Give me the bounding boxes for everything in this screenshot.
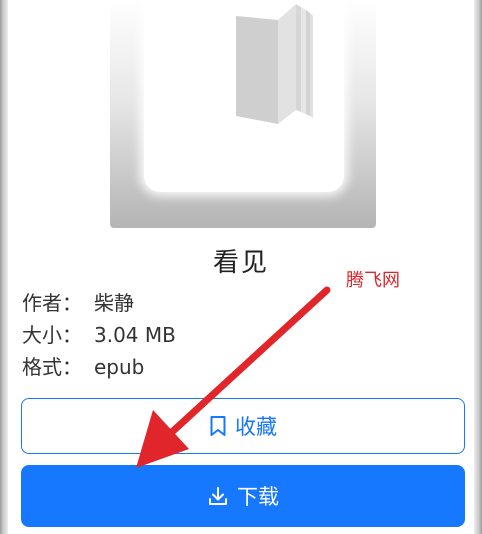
book-detail-page: 看见 作者： 柴静 大小： 3.04 MB 格式： epub 收藏 下载 腾飞网 (0, 0, 482, 534)
watermark-text: 腾飞网 (346, 270, 400, 291)
meta-format: 格式： epub (22, 351, 144, 380)
cover-placeholder (144, 0, 344, 192)
meta-size: 大小： 3.04 MB (22, 319, 176, 348)
book-cover (110, 0, 376, 228)
favorite-button-label: 收藏 (235, 415, 277, 439)
meta-format-label: 格式： (22, 355, 82, 379)
meta-author-value: 柴静 (94, 291, 134, 315)
meta-size-label: 大小： (22, 323, 82, 347)
bookmark-icon (209, 415, 227, 437)
download-button-label: 下载 (237, 485, 279, 509)
book-icon (236, 4, 313, 124)
favorite-button[interactable]: 收藏 (21, 398, 465, 454)
meta-format-value: epub (94, 355, 145, 379)
meta-author: 作者： 柴静 (22, 287, 134, 316)
download-icon (207, 485, 229, 507)
meta-author-label: 作者： (22, 291, 82, 315)
book-title: 看见 (212, 248, 269, 278)
download-button[interactable]: 下载 (21, 465, 465, 527)
meta-size-value: 3.04 MB (94, 323, 176, 347)
